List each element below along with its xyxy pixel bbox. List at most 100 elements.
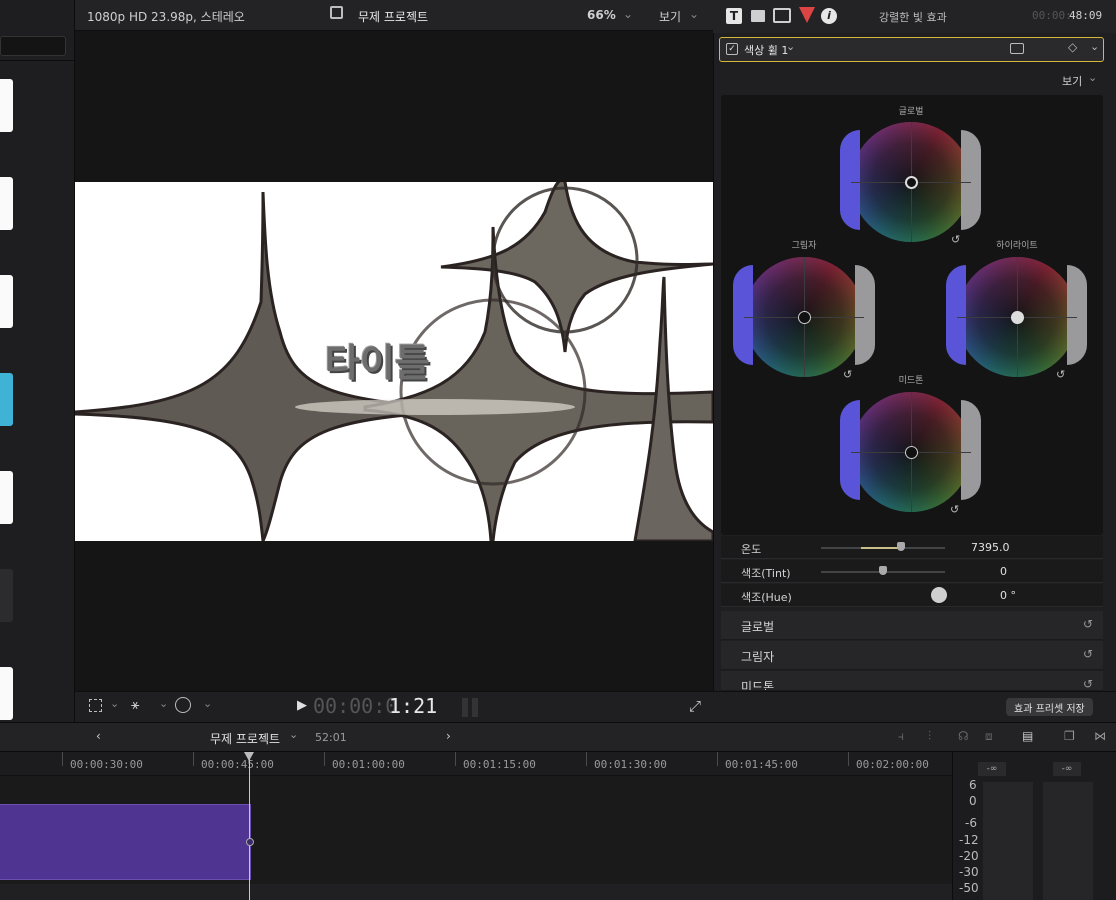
clip-thumbnail[interactable] <box>0 569 13 622</box>
chevron-down-icon[interactable]: ⌄ <box>1088 71 1097 84</box>
chevron-down-icon[interactable]: ⌄ <box>689 7 699 21</box>
save-effects-preset-button[interactable]: 효과 프리셋 저장 <box>1006 698 1093 716</box>
color-puck[interactable] <box>905 446 918 459</box>
meter-scale-label: -6 <box>965 816 977 830</box>
timeline-index-icon[interactable]: ❐ <box>1064 729 1075 743</box>
viewer-format-label[interactable]: 1080p HD 23.98p, 스테레오 <box>87 8 245 25</box>
reset-icon[interactable]: ↺ <box>1083 617 1093 631</box>
title-text-overlay[interactable]: 타이틀 <box>325 332 430 387</box>
transform-icon[interactable] <box>89 699 102 712</box>
reset-icon[interactable]: ↺ <box>843 368 852 381</box>
transitions-icon[interactable]: ⋈ <box>1094 729 1106 743</box>
brightness-slider[interactable] <box>1067 265 1087 365</box>
color-wheels-panel: 글로벌 ↺ 그림자 ↺ 하이라이트 ↺ 미드톤 ↺ <box>721 95 1103 535</box>
clip-thumbnail[interactable] <box>0 79 13 132</box>
chevron-down-icon[interactable]: ⌄ <box>159 697 168 710</box>
forward-arrow-icon[interactable]: › <box>446 729 451 743</box>
effect-name[interactable]: 색상 휠 1 <box>744 42 788 58</box>
headphones-icon[interactable]: ☊ <box>958 729 969 743</box>
video-inspector-icon[interactable] <box>751 10 765 22</box>
meter-peak-left: -∞ <box>978 762 1006 776</box>
brightness-slider[interactable] <box>961 130 981 230</box>
color-wheel-global[interactable] <box>851 122 971 242</box>
browser-strip[interactable] <box>0 0 75 722</box>
timeline-toolbar: ‹ 무제 프로젝트 ⌄ 52:01 › ⫞ ⫶ ☊ ⧈ ▤ ❐ ⋈ <box>0 722 1116 752</box>
brightness-slider[interactable] <box>855 265 875 365</box>
reset-icon[interactable]: ↺ <box>1083 677 1093 690</box>
viewer-view-menu[interactable]: 보기 <box>659 8 681 25</box>
reset-icon[interactable]: ↺ <box>1083 647 1093 661</box>
tint-slider-thumb[interactable] <box>879 566 887 575</box>
audio-waveform-icon[interactable]: ⫶ <box>928 729 931 744</box>
chevron-down-icon[interactable]: ⌄ <box>203 697 212 710</box>
color-wheel-shadows[interactable] <box>744 257 864 377</box>
param-row-temperature: 온도 7395.0 <box>721 536 1103 559</box>
param-value[interactable]: 0 ° <box>1000 589 1016 602</box>
audio-meter-mini <box>462 698 468 717</box>
timeline-tracks[interactable] <box>0 776 952 900</box>
color-wheel-highlights[interactable] <box>957 257 1077 377</box>
timeline-ruler[interactable]: 00:00:30:00 00:00:45:00 00:01:00:00 00:0… <box>0 752 952 776</box>
zoom-level[interactable]: 66% <box>587 8 616 22</box>
reset-icon[interactable]: ↺ <box>951 233 960 246</box>
brightness-slider[interactable] <box>961 400 981 500</box>
playhead[interactable] <box>249 752 250 900</box>
saturation-slider[interactable] <box>946 265 966 365</box>
clip-thumbnail[interactable] <box>0 275 13 328</box>
clip-thumbnail[interactable] <box>0 471 13 524</box>
clip-thumbnail-selected[interactable] <box>0 373 13 426</box>
chevron-down-icon[interactable]: ⌄ <box>786 40 795 53</box>
audio-lane[interactable] <box>0 884 952 900</box>
param-value[interactable]: 7395.0 <box>971 541 1010 554</box>
meter-scale-label: -20 <box>959 849 979 863</box>
chevron-down-icon[interactable]: ⌄ <box>110 697 119 710</box>
browser-search-field[interactable] <box>0 36 66 56</box>
effect-enable-checkbox[interactable]: ✓ <box>726 43 738 55</box>
play-icon[interactable]: ▶ <box>297 698 307 713</box>
speed-icon[interactable] <box>175 697 191 713</box>
hue-dial[interactable] <box>931 587 947 603</box>
color-wheel-midtones[interactable] <box>851 392 971 512</box>
color-puck[interactable] <box>905 176 918 189</box>
section-shadows[interactable]: 그림자 ↺ <box>721 641 1103 670</box>
chevron-down-icon[interactable]: ⌄ <box>289 728 298 741</box>
title-clip[interactable] <box>0 804 251 880</box>
color-inspector-icon[interactable] <box>799 7 815 23</box>
color-puck[interactable] <box>1011 311 1024 324</box>
viewer-timecode-dim: 00:00:0 <box>313 694 398 718</box>
section-global[interactable]: 글로벌 ↺ <box>721 611 1103 640</box>
clip-thumbnail[interactable] <box>0 667 13 720</box>
back-arrow-icon[interactable]: ‹ <box>96 729 101 743</box>
color-board-selector[interactable]: ✓ 색상 휠 1 ⌄ ◇ ⌄ <box>719 37 1104 62</box>
reset-icon[interactable]: ↺ <box>950 503 959 516</box>
keyframe-diamond-icon[interactable]: ◇ <box>1068 40 1077 54</box>
snapping-icon[interactable]: ⧈ <box>985 729 993 744</box>
film-strip-icon[interactable]: ▤ <box>1022 729 1033 743</box>
saturation-slider[interactable] <box>840 130 860 230</box>
chevron-down-icon[interactable]: ⌄ <box>623 7 633 21</box>
magic-wand-icon[interactable]: ⚹ <box>131 697 139 713</box>
clip-thumbnail[interactable] <box>0 177 13 230</box>
wheel-label-global: 글로벌 <box>898 107 924 117</box>
clip-keyframe[interactable] <box>246 838 254 846</box>
viewer-timecode[interactable]: 1:21 <box>389 694 437 718</box>
playhead-handle[interactable] <box>244 752 254 761</box>
fullscreen-icon[interactable]: ⤢ <box>689 697 701 715</box>
inspector-view-menu[interactable]: 보기 <box>1062 73 1082 89</box>
text-inspector-icon[interactable]: T <box>726 8 742 24</box>
timeline-project-name[interactable]: 무제 프로젝트 <box>210 730 280 747</box>
reset-icon[interactable]: ↺ <box>1056 368 1065 381</box>
film-inspector-icon[interactable] <box>773 8 791 23</box>
color-puck[interactable] <box>798 311 811 324</box>
saturation-slider[interactable] <box>840 400 860 500</box>
temperature-slider-thumb[interactable] <box>897 542 905 551</box>
param-value[interactable]: 0 <box>1000 565 1007 578</box>
inspector-timecode-dim: 00:00: <box>1032 9 1072 22</box>
clip-appearance-icon[interactable]: ⫞ <box>898 729 904 744</box>
info-inspector-icon[interactable]: i <box>821 8 837 24</box>
mask-icon[interactable] <box>1010 43 1024 54</box>
saturation-slider[interactable] <box>733 265 753 365</box>
section-midtones[interactable]: 미드톤 ↺ <box>721 671 1103 691</box>
video-frame[interactable]: 타이틀 <box>75 182 713 541</box>
chevron-down-icon[interactable]: ⌄ <box>1090 40 1099 53</box>
